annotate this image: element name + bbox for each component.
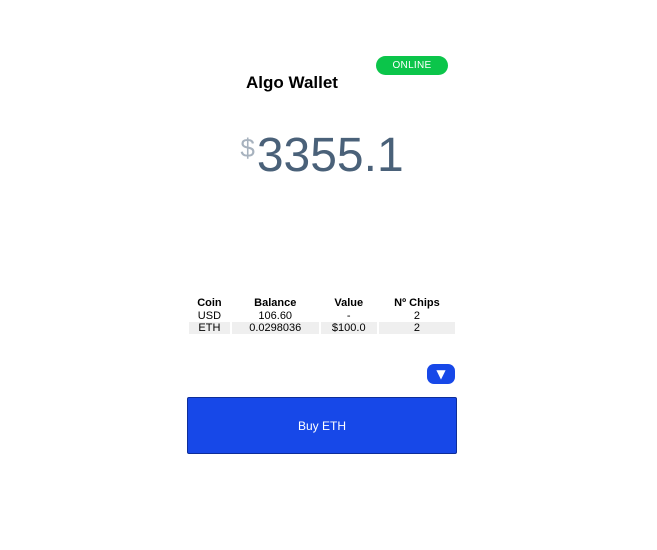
balance-cell: 106.60 [258,310,293,322]
balance-cell: 0.0298036 [231,322,319,334]
balance-amount: 3355.1 [256,129,404,182]
expand-button[interactable]: ▼ [427,364,455,384]
table-row: USD 106.60 - 2 [189,310,455,322]
page-title: Algo Wallet [246,73,338,92]
status-badge: ONLINE [376,56,448,75]
value-cell: $100.0 [320,322,377,334]
table-header-row: Coin Balance Value Nº Chips [189,296,455,310]
coin-cell: ETH [189,322,230,334]
value-cell: - [346,310,351,322]
triangle-down-icon: ▼ [436,367,446,381]
chips-cell: 2 [378,322,455,334]
column-header-chips: Nº Chips [394,297,440,309]
column-header-coin: Coin [197,297,222,309]
buy-eth-button[interactable]: Buy ETH [187,397,457,454]
currency-symbol: $ [240,133,255,163]
holdings-table: Coin Balance Value Nº Chips USD 106.60 -… [187,296,457,334]
table-row: ETH 0.0298036 $100.0 2 [189,322,455,334]
column-header-value: Value [334,297,364,309]
total-balance: $3355.1 [0,128,644,184]
chips-cell: 2 [413,310,420,322]
coin-cell: USD [197,310,222,322]
column-header-balance: Balance [254,297,297,309]
